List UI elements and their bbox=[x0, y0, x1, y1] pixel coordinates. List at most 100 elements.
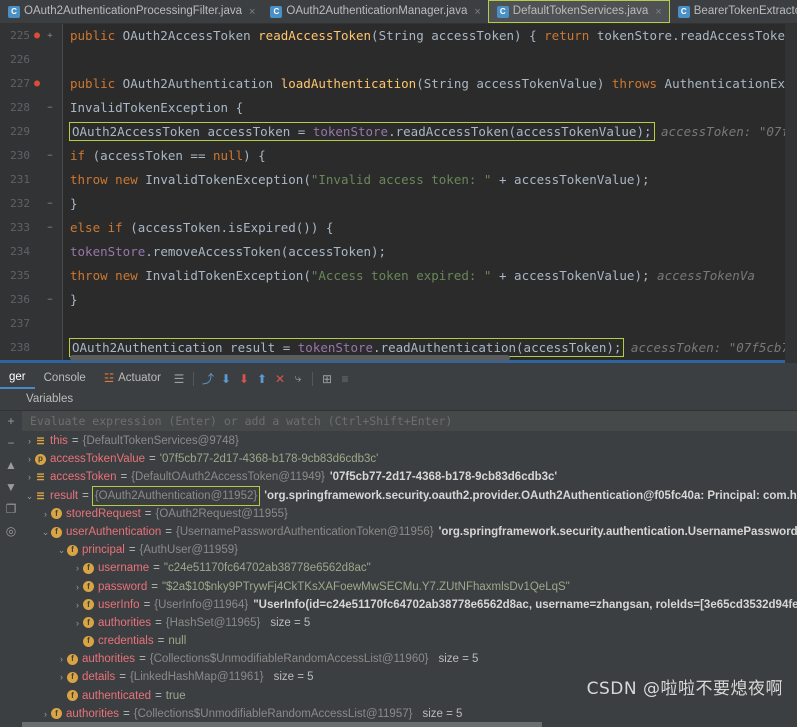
variable-kind-f-icon bbox=[67, 544, 78, 556]
step-over-icon[interactable]: ⤴ bbox=[199, 370, 217, 388]
copy-value-button[interactable]: ❐ bbox=[2, 501, 20, 517]
drop-frame-icon[interactable]: ✕ bbox=[271, 370, 289, 388]
chevron-right-icon[interactable]: › bbox=[72, 614, 83, 632]
debug-tab-ger[interactable]: ger bbox=[0, 368, 35, 389]
variable-name: storedRequest bbox=[66, 507, 141, 520]
close-icon[interactable]: × bbox=[655, 6, 661, 18]
variable-equals: = bbox=[120, 471, 128, 484]
fold-toggle-icon[interactable]: − bbox=[44, 144, 56, 168]
debug-tab-actuator[interactable]: ☳ Actuator bbox=[95, 368, 170, 389]
variable-value: "c24e51170fc64702ab38778e6562d8ac" bbox=[163, 562, 371, 575]
variable-row[interactable]: › storedRequest={OAuth2Request@11955} bbox=[22, 505, 797, 523]
close-icon[interactable]: × bbox=[249, 6, 255, 18]
variable-kind-f-icon bbox=[67, 653, 78, 665]
code-line[interactable]: 231 throw new InvalidTokenException("Inv… bbox=[0, 168, 797, 192]
code-line[interactable]: 236 − } bbox=[0, 288, 797, 312]
variable-row[interactable]: › authorities={HashSet@11965} size = 5 bbox=[22, 614, 797, 632]
variable-row[interactable]: › accessToken={DefaultOAuth2AccessToken@1… bbox=[22, 468, 797, 486]
fold-toggle-icon[interactable]: − bbox=[44, 96, 56, 120]
variable-row[interactable]: ⌄ principal={AuthUser@11959} bbox=[22, 541, 797, 559]
variable-row[interactable]: ⌄ result={OAuth2Authentication@11952}'org… bbox=[22, 485, 797, 506]
code-line[interactable]: 237 bbox=[0, 312, 797, 336]
editor-tab-0[interactable]: OAuth2AuthenticationProcessingFilter.jav… bbox=[0, 0, 263, 23]
editor-tab-3[interactable]: BearerTokenExtractor.java× bbox=[669, 0, 797, 23]
variable-row[interactable]: credentials=null bbox=[22, 632, 797, 650]
chevron-right-icon[interactable]: › bbox=[56, 650, 67, 668]
editor-tab-1[interactable]: OAuth2AuthenticationManager.java × bbox=[262, 0, 488, 23]
chevron-right-icon[interactable]: › bbox=[24, 432, 35, 450]
variable-row[interactable]: › password="$2a$10$nky9PTrywFj4CkTKsXAFoe… bbox=[22, 578, 797, 596]
run-to-cursor-icon[interactable]: ⤷ bbox=[289, 370, 307, 388]
variable-name: username bbox=[98, 562, 150, 575]
move-up-button[interactable]: ▲ bbox=[2, 457, 20, 473]
java-class-icon bbox=[270, 5, 283, 18]
chevron-down-icon[interactable]: ⌄ bbox=[56, 541, 67, 559]
editor-tab-label: OAuth2AuthenticationManager.java bbox=[286, 4, 468, 17]
variable-row[interactable]: › authorities={Collections$UnmodifiableRa… bbox=[22, 650, 797, 668]
chevron-right-icon[interactable]: › bbox=[24, 450, 35, 468]
close-icon[interactable]: × bbox=[474, 6, 480, 18]
variable-type: {DefaultTokenServices@9748} bbox=[82, 435, 239, 447]
force-step-into-icon[interactable]: ⬇ bbox=[235, 370, 253, 388]
variables-horizontal-scrollbar[interactable] bbox=[0, 721, 797, 727]
code-line[interactable]: 232 − } bbox=[0, 192, 797, 216]
code-token: InvalidTokenException( bbox=[137, 268, 311, 283]
code-line[interactable]: 229 OAuth2AccessToken accessToken = token… bbox=[0, 120, 797, 144]
tab-variables[interactable]: Variables bbox=[26, 393, 73, 405]
variable-name: result bbox=[50, 489, 79, 502]
variable-row[interactable]: ⌄ userAuthentication={UsernamePasswordAut… bbox=[22, 523, 797, 541]
chevron-down-icon[interactable]: ⌄ bbox=[40, 523, 51, 541]
code-text: public OAuth2AccessToken readAccessToken… bbox=[70, 24, 797, 48]
variable-row[interactable]: › username="c24e51170fc64702ab38778e6562d… bbox=[22, 559, 797, 577]
breakpoint-icon[interactable]: ● bbox=[31, 24, 43, 48]
code-line[interactable]: 233 − else if (accessToken.isExpired()) { bbox=[0, 216, 797, 240]
breakpoint-icon[interactable]: ● bbox=[31, 72, 43, 96]
remove-watch-button[interactable]: − bbox=[2, 435, 20, 451]
chevron-right-icon[interactable]: › bbox=[72, 596, 83, 614]
inline-debug-hint: accessToken: "07f5cb7 bbox=[623, 340, 789, 355]
fold-toggle-icon[interactable]: − bbox=[44, 288, 56, 312]
code-line[interactable]: 234 tokenStore.removeAccessToken(accessT… bbox=[0, 240, 797, 264]
editor-tab-2[interactable]: DefaultTokenServices.java × bbox=[487, 0, 670, 23]
variable-row[interactable]: › userInfo={UserInfo@11964} "UserInfo(id=c… bbox=[22, 596, 797, 614]
code-token: tokenStore bbox=[70, 244, 146, 259]
code-line[interactable]: 226 bbox=[0, 48, 797, 72]
variable-equals: = bbox=[165, 525, 172, 538]
chevron-right-icon[interactable]: › bbox=[72, 559, 83, 577]
toolbar-separator bbox=[192, 371, 194, 386]
code-line[interactable]: 225 ● + public OAuth2AccessToken readAcces… bbox=[0, 24, 797, 48]
chevron-right-icon[interactable]: › bbox=[24, 468, 35, 486]
variable-row[interactable]: › accessTokenValue='07f5cb77-2d17-4368-b1… bbox=[22, 450, 797, 468]
variable-row[interactable]: › this={DefaultTokenServices@9748} bbox=[22, 432, 797, 450]
code-line[interactable]: 228 − InvalidTokenException { bbox=[0, 96, 797, 120]
line-number: 238 bbox=[10, 341, 30, 354]
step-into-icon[interactable]: ⬇ bbox=[217, 370, 235, 388]
chevron-right-icon[interactable]: › bbox=[72, 578, 83, 596]
debugger-toolbar: ger Console ☳ Actuator ☰ ⤴ ⬇ ⬇ ⬆ ✕ ⤷ ⊞ ≡ bbox=[0, 367, 797, 390]
scrollbar-thumb[interactable] bbox=[22, 722, 542, 727]
code-line[interactable]: 235 throw new InvalidTokenException("Acc… bbox=[0, 264, 797, 288]
fold-toggle-icon[interactable]: − bbox=[44, 216, 56, 240]
layout-settings-icon[interactable]: ≡ bbox=[336, 370, 354, 388]
fold-toggle-icon[interactable]: + bbox=[44, 24, 56, 48]
move-down-button[interactable]: ▼ bbox=[2, 479, 20, 495]
chevron-right-icon[interactable]: › bbox=[40, 505, 51, 523]
editor-marker-strip[interactable] bbox=[785, 24, 797, 363]
code-line[interactable]: 227 ● public OAuth2Authentication loadAut… bbox=[0, 72, 797, 96]
debug-tab-console[interactable]: Console bbox=[35, 369, 95, 388]
step-out-icon[interactable]: ⬆ bbox=[253, 370, 271, 388]
evaluate-expression-input[interactable]: Evaluate expression (Enter) or add a wat… bbox=[22, 411, 797, 432]
add-watch-button[interactable]: + bbox=[2, 413, 20, 429]
code-line[interactable]: 230 − if (accessToken == null) { bbox=[0, 144, 797, 168]
code-editor[interactable]: 225 ● + public OAuth2AccessToken readAcces… bbox=[0, 24, 797, 363]
fold-toggle-icon[interactable]: − bbox=[44, 192, 56, 216]
inspect-button[interactable]: ◎ bbox=[2, 523, 20, 539]
show-execution-point-icon[interactable]: ☰ bbox=[170, 370, 188, 388]
code-text: } bbox=[70, 288, 78, 312]
chevron-right-icon[interactable]: › bbox=[56, 668, 67, 686]
chevron-down-icon[interactable]: ⌄ bbox=[24, 487, 35, 505]
evaluate-expression-icon[interactable]: ⊞ bbox=[318, 370, 336, 388]
java-class-icon bbox=[8, 5, 20, 18]
variable-size: size = 5 bbox=[438, 653, 479, 666]
editor-horizontal-scrollbar[interactable] bbox=[70, 355, 510, 361]
